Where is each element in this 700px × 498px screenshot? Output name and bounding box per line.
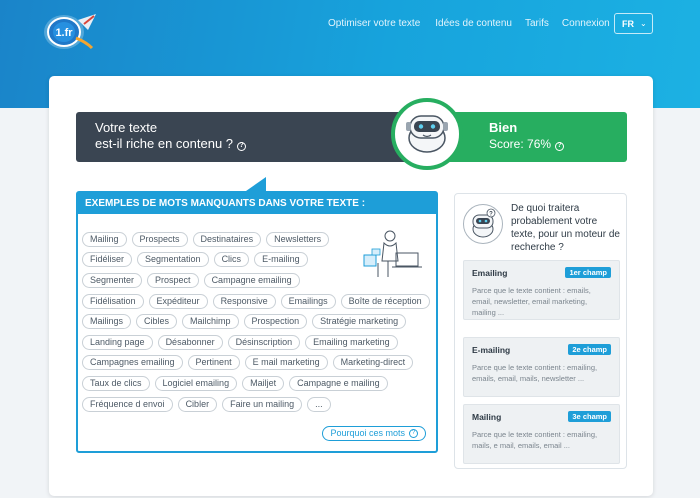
word-tag[interactable]: Fréquence d envoi	[82, 396, 173, 412]
why-these-words-button[interactable]: Pourquoi ces mots ?	[322, 426, 426, 441]
topic-reason: Parce que le texte contient : emailing, …	[472, 363, 598, 383]
tag-row: Campagnes emailing Pertinent E mail mark…	[82, 353, 420, 374]
robot-avatar-small: ?	[463, 204, 503, 244]
language-value: FR	[622, 18, 634, 29]
word-tag[interactable]: Mailchimp	[182, 314, 239, 330]
rating-label: Bien	[489, 120, 518, 135]
word-tag[interactable]: Mailings	[82, 314, 132, 330]
word-tag[interactable]: Cibles	[136, 314, 178, 330]
word-tag[interactable]: E-mailing	[254, 252, 308, 268]
nav-optimiser[interactable]: Optimiser votre texte	[328, 18, 420, 29]
robot-icon	[406, 115, 448, 153]
word-tag[interactable]: Emailing marketing	[305, 334, 398, 350]
topic-rank-badge: 3e champ	[568, 411, 611, 422]
topic-reason: Parce que le texte contient : emailing, …	[472, 430, 598, 450]
word-tag[interactable]: Mailing	[82, 231, 127, 247]
word-tag[interactable]: Expéditeur	[148, 293, 208, 309]
panel-pointer	[246, 177, 266, 191]
question-circle-icon: ?	[409, 429, 418, 438]
why-these-words-label: Pourquoi ces mots	[330, 428, 405, 438]
question-circle-icon[interactable]: ?	[555, 141, 565, 151]
missing-words-list: Mailing Prospects Destinataires Newslett…	[82, 229, 430, 415]
content-question-banner: Votre texte est-il riche en contenu ??	[76, 112, 421, 162]
tag-row: Mailing Prospects Destinataires Newslett…	[82, 229, 420, 250]
nav-connexion[interactable]: Connexion	[562, 18, 610, 29]
word-tag[interactable]: Campagnes emailing	[82, 355, 183, 371]
topic-card: Mailing 3e champ Parce que le texte cont…	[463, 404, 620, 464]
word-tag[interactable]: Boîte de réception	[340, 293, 430, 309]
word-tag[interactable]: Pertinent	[187, 355, 240, 371]
word-tag[interactable]: Stratégie marketing	[312, 314, 407, 330]
word-tag[interactable]: Taux de clics	[82, 375, 150, 391]
word-tag[interactable]: Désinscription	[227, 334, 301, 350]
word-tag[interactable]: Cibler	[177, 396, 218, 412]
word-tag[interactable]: Responsive	[212, 293, 276, 309]
word-tag[interactable]: E mail marketing	[244, 355, 328, 371]
word-tag[interactable]: Prospect	[147, 272, 199, 288]
word-tag[interactable]: Campagne emailing	[203, 272, 300, 288]
missing-words-title: EXEMPLES DE MOTS MANQUANTS DANS VOTRE TE…	[78, 193, 436, 214]
svg-text:?: ?	[489, 212, 493, 218]
tag-row: Taux de clics Logiciel emailing Mailjet …	[82, 373, 420, 394]
main-nav: Optimiser votre texte Idées de contenu T…	[328, 18, 623, 29]
chevron-down-icon: ⌄	[640, 19, 647, 28]
word-tag[interactable]: Newsletters	[266, 231, 330, 247]
logo[interactable]: 1.fr	[40, 8, 104, 52]
tag-row: Mailings Cibles Mailchimp Prospection St…	[82, 311, 420, 332]
topic-rank-badge: 1er champ	[565, 267, 611, 278]
word-tag[interactable]: Emailings	[280, 293, 336, 309]
word-tag[interactable]: Prospects	[131, 231, 188, 247]
word-tag[interactable]: Destinataires	[192, 231, 262, 247]
topic-rank-badge: 2e champ	[568, 344, 611, 355]
topic-card: Emailing 1er champ Parce que le texte co…	[463, 260, 620, 320]
question-line-1: Votre texte	[95, 120, 158, 135]
word-tag[interactable]: Mailjet	[242, 375, 285, 391]
topic-card: E-mailing 2e champ Parce que le texte co…	[463, 337, 620, 397]
question-line-2: est-il riche en contenu ?	[95, 136, 234, 151]
tag-row: Fréquence d envoi Cibler Faire un mailin…	[82, 394, 420, 415]
tag-row: Landing page Désabonner Désinscription E…	[82, 332, 420, 353]
nav-tarifs[interactable]: Tarifs	[525, 18, 549, 29]
topics-question: De quoi traitera probablement votre text…	[511, 203, 620, 253]
missing-words-panel: EXEMPLES DE MOTS MANQUANTS DANS VOTRE TE…	[76, 191, 438, 453]
word-tag[interactable]: Fidélisation	[82, 293, 144, 309]
svg-text:1.fr: 1.fr	[55, 27, 73, 39]
robot-avatar	[391, 98, 463, 170]
word-tag[interactable]: Landing page	[82, 334, 153, 350]
word-tag[interactable]: Fidéliser	[82, 252, 133, 268]
robot-question-icon: ?	[472, 208, 496, 238]
language-select[interactable]: FR ⌄	[614, 13, 653, 34]
word-tag[interactable]: Désabonner	[157, 334, 223, 350]
topics-panel: ? De quoi traitera probablement votre te…	[454, 193, 627, 469]
word-tag[interactable]: Prospection	[243, 314, 308, 330]
word-tag[interactable]: Logiciel emailing	[154, 375, 238, 391]
word-tag[interactable]: Segmenter	[82, 272, 143, 288]
word-tag[interactable]: Marketing-direct	[332, 355, 414, 371]
word-tag[interactable]: Segmentation	[137, 252, 209, 268]
more-words-tag[interactable]: ...	[307, 396, 331, 412]
question-circle-icon[interactable]: ?	[237, 141, 247, 151]
tag-row: Fidéliser Segmentation Clics E-mailing	[82, 250, 420, 271]
word-tag[interactable]: Clics	[213, 252, 250, 268]
word-tag[interactable]: Faire un mailing	[222, 396, 303, 412]
tag-row: Segmenter Prospect Campagne emailing	[82, 270, 420, 291]
topic-reason: Parce que le texte contient : emails, em…	[472, 286, 591, 317]
score-value: Score: 76%	[489, 137, 552, 151]
tag-row: Fidélisation Expéditeur Responsive Email…	[82, 291, 430, 312]
word-tag[interactable]: Campagne e mailing	[289, 375, 388, 391]
nav-idees[interactable]: Idées de contenu	[435, 18, 512, 29]
